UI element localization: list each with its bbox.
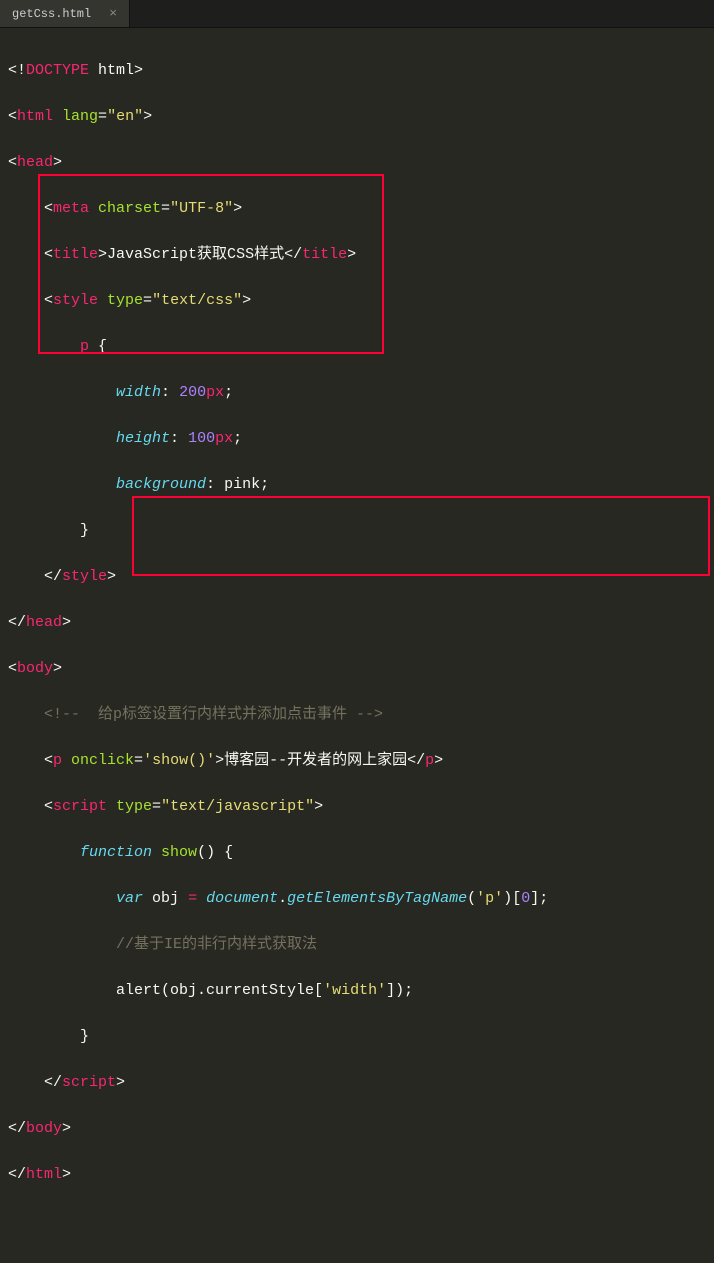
code-line: p { xyxy=(8,335,706,358)
code-line: <!DOCTYPE html> xyxy=(8,59,706,82)
code-line: </html> xyxy=(8,1163,706,1186)
tab-getcss[interactable]: getCss.html × xyxy=(0,0,130,27)
tab-filename: getCss.html xyxy=(12,7,91,21)
code-line: </head> xyxy=(8,611,706,634)
code-line: background: pink; xyxy=(8,473,706,496)
code-line: width: 200px; xyxy=(8,381,706,404)
code-line: </style> xyxy=(8,565,706,588)
code-line: } xyxy=(8,519,706,542)
code-line: alert(obj.currentStyle['width']); xyxy=(8,979,706,1002)
code-line: //基于IE的非行内样式获取法 xyxy=(8,933,706,956)
code-line: </body> xyxy=(8,1117,706,1140)
code-line: <style type="text/css"> xyxy=(8,289,706,312)
code-line: <head> xyxy=(8,151,706,174)
code-line: function show() { xyxy=(8,841,706,864)
code-line: height: 100px; xyxy=(8,427,706,450)
code-line: </script> xyxy=(8,1071,706,1094)
code-line: <meta charset="UTF-8"> xyxy=(8,197,706,220)
tab-bar: getCss.html × xyxy=(0,0,714,28)
code-area[interactable]: <!DOCTYPE html> <html lang="en"> <head> … xyxy=(0,28,714,1263)
code-line: <html lang="en"> xyxy=(8,105,706,128)
close-icon[interactable]: × xyxy=(109,6,117,21)
code-line: <p onclick='show()'>博客园--开发者的网上家园</p> xyxy=(8,749,706,772)
code-line: <script type="text/javascript"> xyxy=(8,795,706,818)
code-line: } xyxy=(8,1025,706,1048)
code-line: <title>JavaScript获取CSS样式</title> xyxy=(8,243,706,266)
code-line: <body> xyxy=(8,657,706,680)
code-line: <!-- 给p标签设置行内样式并添加点击事件 --> xyxy=(8,703,706,726)
code-line: var obj = document.getElementsByTagName(… xyxy=(8,887,706,910)
